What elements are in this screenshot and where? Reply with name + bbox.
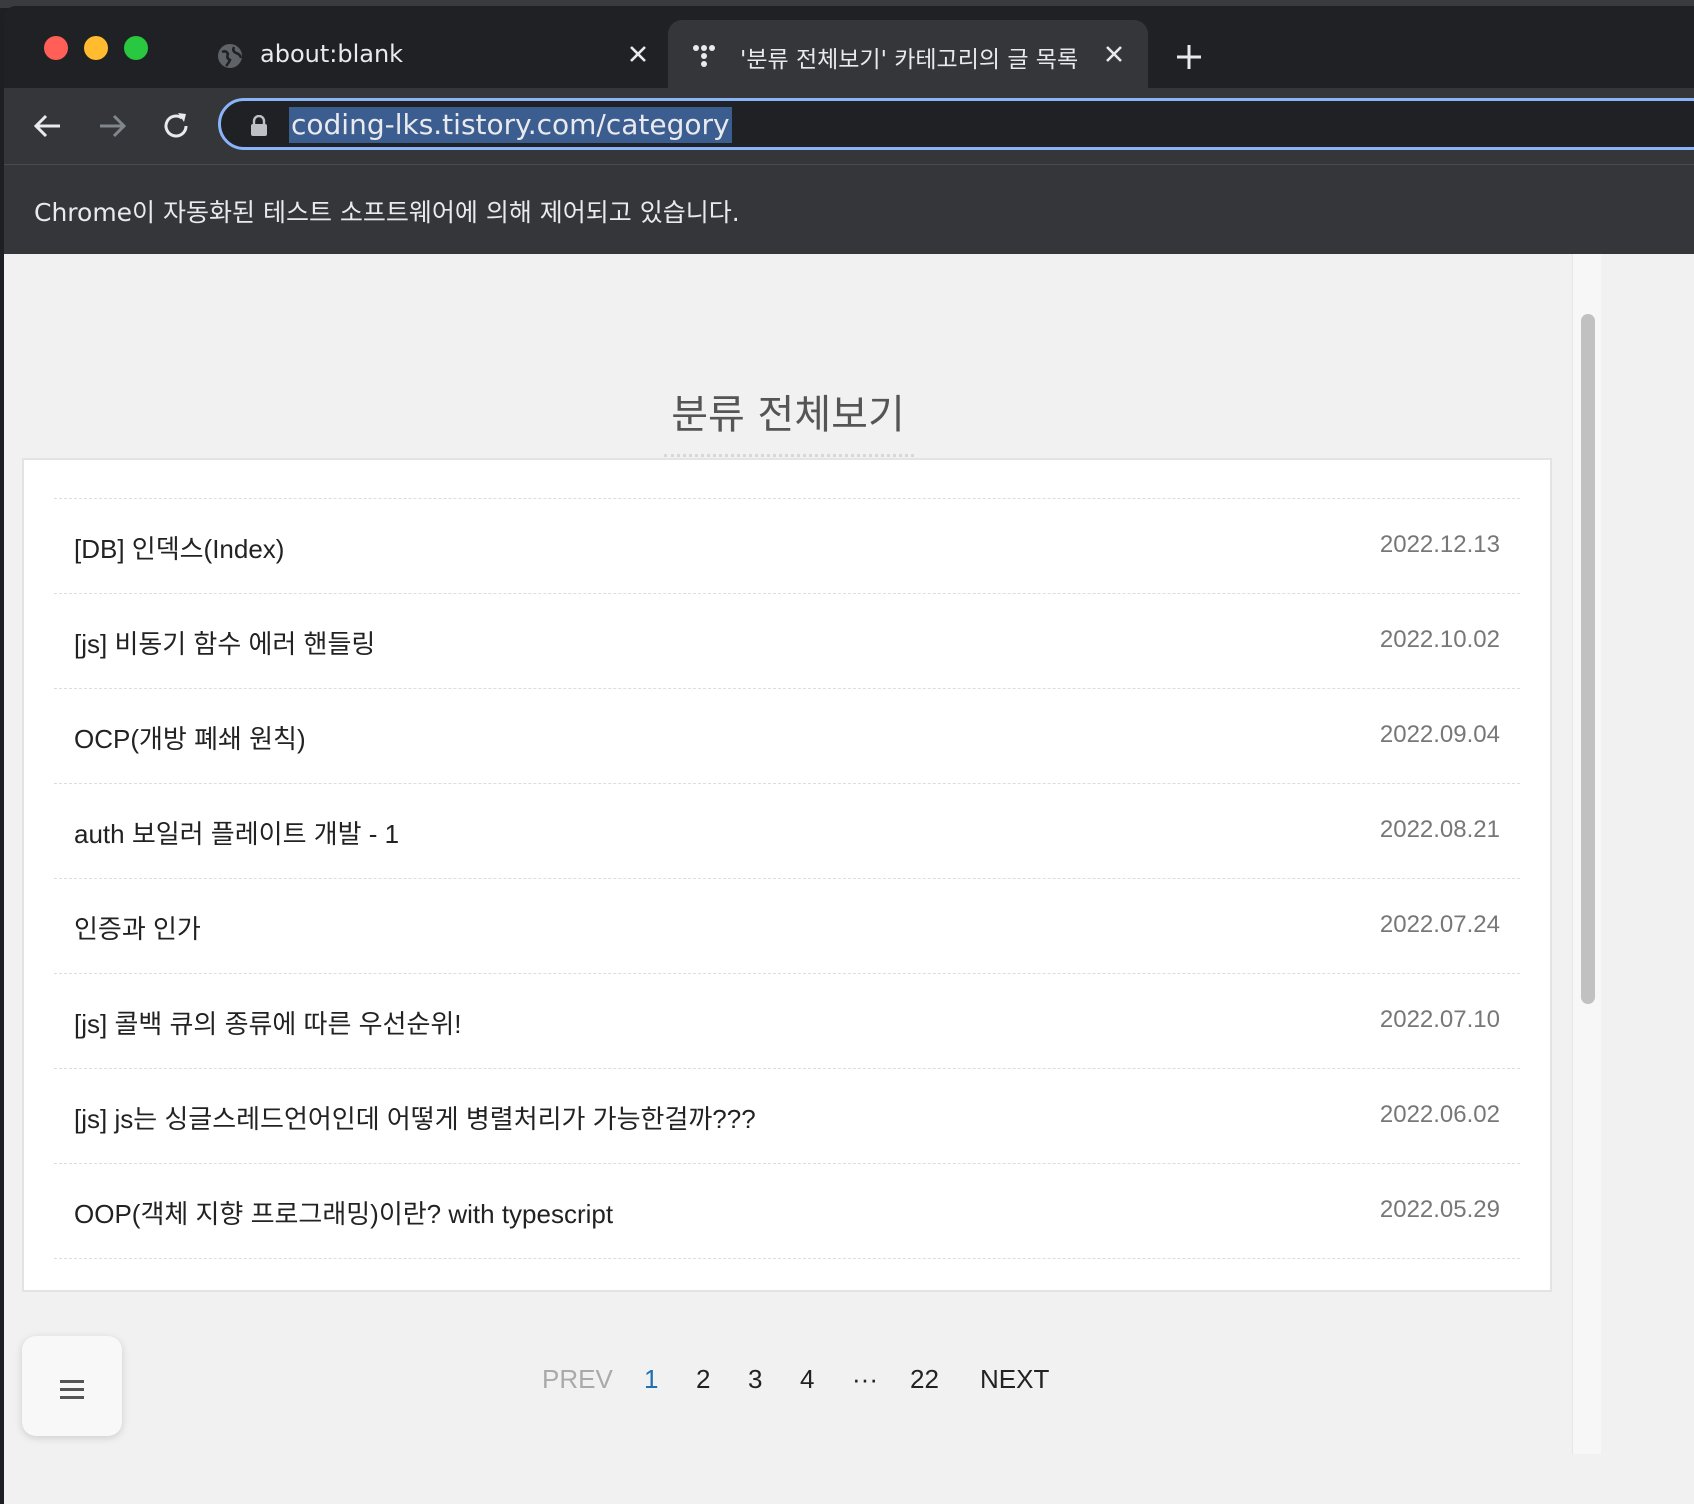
post-date: 2022.09.04 [1379,721,1500,748]
list-item[interactable]: [js] 비동기 함수 에러 핸들링 2022.10.02 [54,594,1520,689]
lock-icon[interactable] [249,115,269,137]
post-title[interactable]: auth 보일러 플레이트 개발 - 1 [74,814,399,851]
post-title[interactable]: [js] js는 싱글스레드언어인데 어떻게 병렬처리가 가능한걸까??? [74,1099,756,1136]
tab-title: '분류 전체보기' 카테고리의 글 목록 : [740,47,1085,73]
list-item[interactable]: [js] js는 싱글스레드언어인데 어떻게 병렬처리가 가능한걸까??? 20… [54,1069,1520,1164]
list-item[interactable]: [js] 콜백 큐의 종류에 따른 우선순위! 2022.07.10 [54,974,1520,1069]
tab-category[interactable]: '분류 전체보기' 카테고리의 글 목록 : [668,20,1148,88]
post-date: 2022.05.29 [1379,1196,1500,1223]
tab-title: about:blank [260,40,404,68]
prev-page-link[interactable]: PREV [542,1364,613,1395]
post-title[interactable]: [js] 콜백 큐의 종류에 따른 우선순위! [74,1004,462,1041]
pagination-ellipsis: ··· [852,1364,878,1394]
post-date: 2022.07.10 [1379,1006,1500,1033]
list-item[interactable]: auth 보일러 플레이트 개발 - 1 2022.08.21 [54,784,1520,879]
post-title[interactable]: OCP(개방 폐쇄 원칙) [74,719,306,756]
post-list: [DB] 인덱스(Index) 2022.12.13 [js] 비동기 함수 에… [54,498,1520,1259]
hamburger-icon [60,1380,84,1404]
list-item[interactable]: OOP(객체 지향 프로그래밍)이란? with typescript 2022… [54,1164,1520,1259]
scrollbar-thumb[interactable] [1581,314,1595,1004]
reload-icon[interactable] [158,108,194,144]
toolbar: coding-lks.tistory.com/category [4,88,1694,164]
pagination: PREV 1 2 3 4 ··· 22 NEXT [4,1364,1572,1404]
maximize-window-button[interactable] [124,36,148,60]
automation-infobar: Chrome이 자동화된 테스트 소프트웨어에 의해 제어되고 있습니다. [4,164,1694,254]
post-list-container: [DB] 인덱스(Index) 2022.12.13 [js] 비동기 함수 에… [22,458,1552,1292]
close-icon[interactable] [1102,42,1126,66]
page-link-3[interactable]: 3 [748,1364,762,1395]
browser-window: about:blank '분류 전체보기' 카테고리의 글 목록 : codin… [4,6,1694,1504]
page-viewport: 분류 전체보기 [DB] 인덱스(Index) 2022.12.13 [js] … [4,254,1694,1504]
infobar-text: Chrome이 자동화된 테스트 소프트웨어에 의해 제어되고 있습니다. [34,198,740,227]
close-icon[interactable] [626,42,650,66]
post-date: 2022.06.02 [1379,1101,1500,1128]
post-title[interactable]: [js] 비동기 함수 에러 핸들링 [74,624,375,661]
post-date: 2022.12.13 [1379,531,1500,558]
post-title[interactable]: [DB] 인덱스(Index) [74,529,284,566]
address-bar[interactable]: coding-lks.tistory.com/category [218,98,1694,150]
tistory-icon [693,45,715,67]
list-item[interactable]: 인증과 인가 2022.07.24 [54,879,1520,974]
back-arrow-icon[interactable] [30,108,66,144]
close-window-button[interactable] [44,36,68,60]
new-tab-icon[interactable] [1174,42,1204,72]
post-date: 2022.10.02 [1379,626,1500,653]
menu-button[interactable] [22,1336,122,1436]
forward-arrow-icon[interactable] [94,108,130,144]
page-link-4[interactable]: 4 [800,1364,814,1395]
tab-strip: about:blank '분류 전체보기' 카테고리의 글 목록 : [4,6,1694,88]
page-link-2[interactable]: 2 [696,1364,710,1395]
post-date: 2022.08.21 [1379,816,1500,843]
list-item[interactable]: [DB] 인덱스(Index) 2022.12.13 [54,499,1520,594]
post-title[interactable]: 인증과 인가 [74,909,201,946]
next-page-link[interactable]: NEXT [980,1364,1049,1395]
page-title: 분류 전체보기 [671,392,905,438]
title-underline [664,454,914,457]
scrollbar[interactable] [1572,254,1601,1454]
tab-about-blank[interactable]: about:blank [194,20,664,88]
globe-icon [218,44,243,68]
url-text[interactable]: coding-lks.tistory.com/category [289,107,732,143]
post-date: 2022.07.24 [1379,911,1500,938]
list-item[interactable]: OCP(개방 폐쇄 원칙) 2022.09.04 [54,689,1520,784]
minimize-window-button[interactable] [84,36,108,60]
post-title[interactable]: OOP(객체 지향 프로그래밍)이란? with typescript [74,1194,613,1231]
page-link-1[interactable]: 1 [644,1364,658,1395]
page-link-last[interactable]: 22 [910,1364,939,1395]
